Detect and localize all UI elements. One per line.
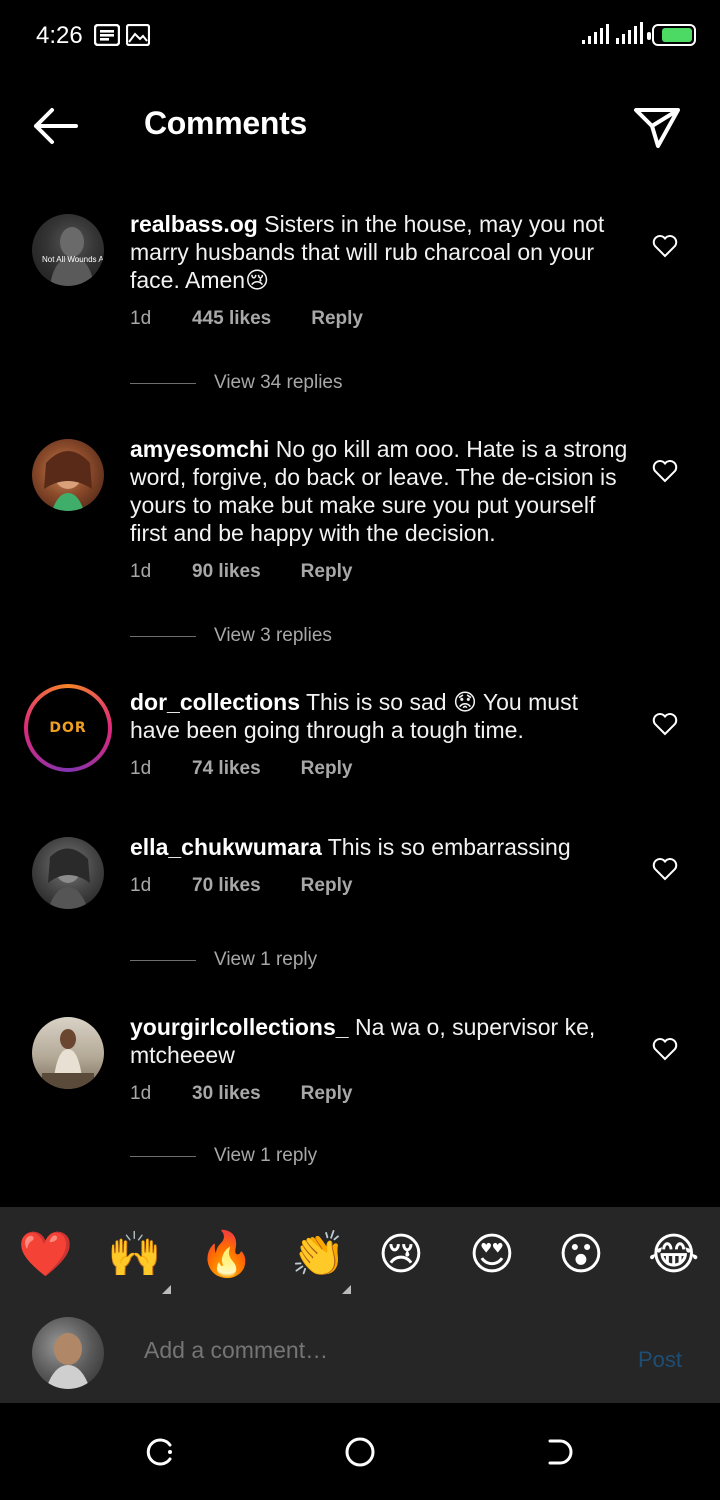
avatar-image — [46, 1333, 90, 1389]
divider-line — [130, 382, 196, 384]
divider-line — [130, 1155, 196, 1157]
like-heart-icon[interactable] — [652, 712, 678, 736]
avatar-image — [42, 1029, 94, 1089]
comment-input[interactable] — [144, 1337, 604, 1364]
emoji-raising-hands-button[interactable]: 🙌 — [107, 1229, 162, 1281]
view-replies-label: View 34 replies — [214, 372, 343, 393]
view-replies-label: View 1 reply — [214, 949, 318, 970]
comment-likes[interactable]: 445 likes — [192, 308, 271, 330]
comment-input-bar: Post — [0, 1307, 720, 1403]
comment-text: yourgirlcollections_ Na wa o, supervisor… — [130, 1013, 630, 1069]
comment-body: This is so embarrassing — [327, 834, 571, 860]
emoji-fire-button[interactable]: 🔥 — [199, 1229, 254, 1281]
comment-username[interactable]: yourgirlcollections_ — [130, 1014, 349, 1040]
comment-time: 1d — [130, 758, 152, 779]
comment-username[interactable]: ella_chukwumara — [130, 834, 322, 860]
like-heart-icon[interactable] — [652, 857, 678, 881]
image-notification-icon — [126, 24, 150, 46]
comment-meta: 1d 90 likes Reply — [130, 561, 352, 583]
emoji-quick-reaction-bar: ❤️ 🙌 🔥 👏 😢 😍 😮 😂 — [0, 1207, 720, 1307]
home-icon[interactable] — [343, 1435, 377, 1469]
avatar-caption: Not All Wounds Are Visible. — [42, 255, 104, 264]
reply-button[interactable]: Reply — [301, 1083, 353, 1105]
view-replies-button[interactable]: View 3 replies — [130, 625, 332, 647]
like-heart-icon[interactable] — [652, 234, 678, 258]
emoji-crying-face-button[interactable]: 😢 — [378, 1229, 424, 1281]
view-replies-label: View 1 reply — [214, 1145, 318, 1166]
reply-button[interactable]: Reply — [301, 875, 353, 897]
skin-tone-indicator-icon — [162, 1285, 171, 1294]
avatar-story-ring[interactable]: DOR — [24, 684, 112, 772]
comment-meta: 1d 30 likes Reply — [130, 1083, 352, 1105]
signal-lte-icon — [616, 22, 643, 44]
like-heart-icon[interactable] — [652, 1037, 678, 1061]
comment-text: realbass.og Sisters in the house, may yo… — [130, 210, 630, 294]
comment-meta: 1d 445 likes Reply — [130, 308, 363, 330]
emoji-red-heart-button[interactable]: ❤️ — [18, 1229, 73, 1281]
comment-text: ella_chukwumara This is so embarrassing — [130, 833, 630, 861]
divider-line — [130, 635, 196, 637]
avatar[interactable] — [32, 439, 104, 511]
reply-button[interactable]: Reply — [311, 308, 363, 330]
comment-time: 1d — [130, 561, 152, 582]
post-button[interactable]: Post — [638, 1347, 682, 1373]
reply-button[interactable]: Reply — [301, 561, 353, 583]
comment-text: amyesomchi No go kill am ooo. Hate is a … — [130, 435, 630, 547]
comment-likes[interactable]: 74 likes — [192, 758, 261, 780]
back-nav-icon[interactable] — [543, 1435, 577, 1469]
avatar-logo: DOR — [49, 720, 87, 736]
page-title: Comments — [144, 105, 307, 141]
recent-apps-icon[interactable] — [143, 1435, 177, 1469]
avatar-image — [44, 451, 92, 511]
current-user-avatar — [32, 1317, 104, 1389]
comment-time: 1d — [130, 875, 152, 896]
message-notification-icon — [94, 24, 120, 46]
comment-time: 1d — [130, 1083, 152, 1104]
skin-tone-indicator-icon — [342, 1285, 351, 1294]
reply-button[interactable]: Reply — [301, 758, 353, 780]
avatar-image — [48, 848, 90, 909]
avatar[interactable] — [32, 1017, 104, 1089]
comment-username[interactable]: dor_collections — [130, 689, 300, 715]
emoji-heart-eyes-button[interactable]: 😍 — [469, 1229, 515, 1281]
avatar[interactable]: Not All Wounds Are Visible. — [32, 214, 104, 286]
comment-meta: 1d 70 likes Reply — [130, 875, 352, 897]
avatar: DOR — [28, 688, 108, 768]
emoji-surprised-face-button[interactable]: 😮 — [558, 1229, 604, 1281]
comment-username[interactable]: realbass.og — [130, 211, 258, 237]
comment-text: dor_collections This is so sad 😟 You mus… — [130, 688, 630, 744]
emoji-clapping-hands-button[interactable]: 👏 — [291, 1229, 346, 1281]
comment-username[interactable]: amyesomchi — [130, 436, 269, 462]
system-navigation-bar — [0, 1403, 720, 1500]
view-replies-button[interactable]: View 1 reply — [130, 1145, 317, 1167]
comment-likes[interactable]: 90 likes — [192, 561, 261, 583]
comment-time: 1d — [130, 308, 152, 329]
comment-likes[interactable]: 70 likes — [192, 875, 261, 897]
view-replies-button[interactable]: View 1 reply — [130, 949, 317, 971]
avatar-image: Not All Wounds Are Visible. — [42, 227, 104, 286]
comment-likes[interactable]: 30 likes — [192, 1083, 261, 1105]
header: Comments — [0, 80, 720, 170]
view-replies-label: View 3 replies — [214, 625, 332, 646]
signal-icon — [582, 22, 609, 44]
emoji-tears-of-joy-button[interactable]: 😂 — [648, 1229, 699, 1281]
avatar[interactable] — [32, 837, 104, 909]
like-heart-icon[interactable] — [652, 459, 678, 483]
status-time: 4:26 — [36, 22, 83, 49]
view-replies-button[interactable]: View 34 replies — [130, 372, 343, 394]
back-arrow-icon[interactable] — [30, 104, 80, 148]
battery-icon — [647, 24, 696, 46]
comment-meta: 1d 74 likes Reply — [130, 758, 352, 780]
divider-line — [130, 959, 196, 961]
send-direct-icon[interactable] — [632, 102, 682, 152]
status-bar: 4:26 — [0, 0, 720, 72]
